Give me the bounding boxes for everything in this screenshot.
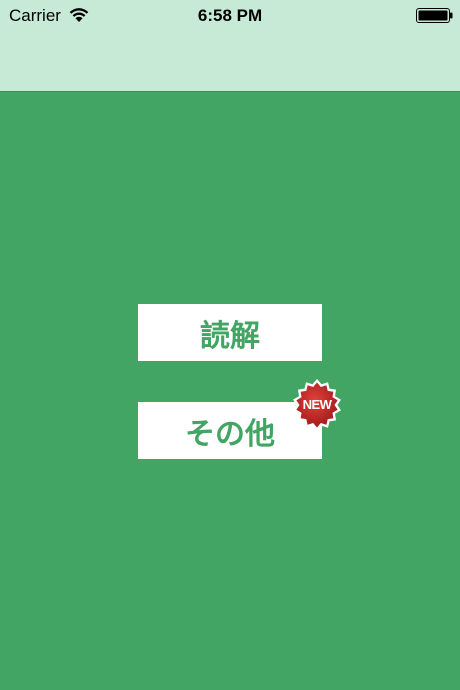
new-badge: NEW <box>290 378 344 432</box>
reading-button-label: 読解 <box>200 318 260 354</box>
top-bar: Carrier 6:58 PM <box>0 0 460 92</box>
new-badge-label: NEW <box>302 396 332 412</box>
battery-icon <box>416 8 453 23</box>
reading-button[interactable]: 読解 <box>138 304 322 361</box>
status-bar: Carrier 6:58 PM <box>0 0 460 30</box>
main-area: 読解 その他 NEW <box>0 92 460 690</box>
other-button-label: その他 <box>185 416 275 452</box>
status-time: 6:58 PM <box>197 6 263 25</box>
